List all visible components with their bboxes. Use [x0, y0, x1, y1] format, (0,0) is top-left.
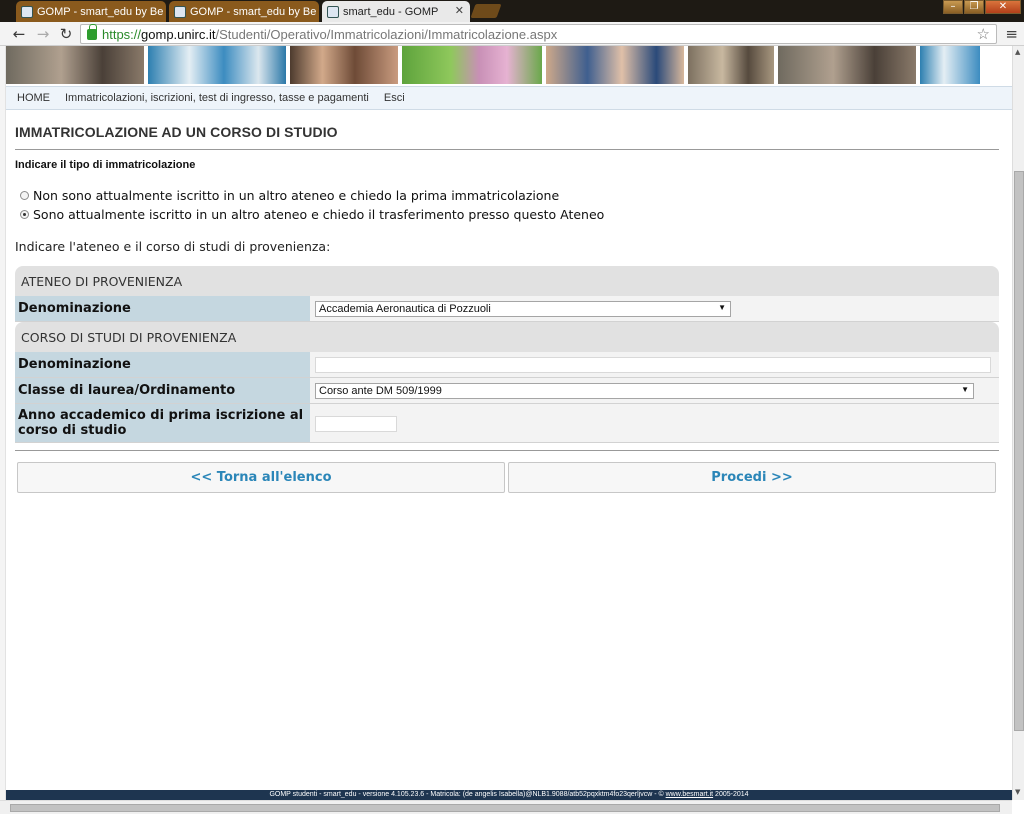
page-title: IMMATRICOLAZIONE AD UN CORSO DI STUDIO — [15, 124, 338, 140]
radio-label: Sono attualmente iscritto in un altro at… — [33, 207, 605, 222]
footer-link[interactable]: www.besmart.it — [666, 791, 713, 798]
page-favicon-icon — [21, 5, 33, 18]
browser-tab-bar: GOMP - smart_edu by Be GOMP - smart_edu … — [0, 0, 1024, 22]
horizontal-scroll-thumb[interactable] — [10, 804, 1000, 812]
corso-denominazione-row: Denominazione — [15, 352, 999, 378]
banner-photo — [402, 46, 542, 84]
field-cell — [310, 352, 999, 377]
nav-home-link[interactable]: HOME — [17, 92, 50, 104]
scroll-down-arrow-icon[interactable]: ▼ — [1015, 788, 1020, 796]
banner-photo — [778, 46, 916, 84]
lock-icon — [87, 23, 97, 40]
banner-photo — [6, 46, 144, 84]
top-navigation: HOME Immatricolazioni, iscrizioni, test … — [6, 86, 1012, 110]
reload-icon[interactable]: ↻ — [57, 25, 75, 43]
dropdown-arrow-icon: ▼ — [718, 303, 726, 312]
section-subtitle: Indicare il tipo di immatricolazione — [15, 159, 196, 171]
forward-arrow-icon[interactable]: → — [34, 25, 52, 43]
url-scheme: https:// — [102, 26, 142, 42]
ateneo-section-header: ATENEO DI PROVENIENZA — [15, 266, 999, 296]
footer-years: 2005-2014 — [715, 791, 749, 798]
field-label-line: corso di studio — [18, 423, 127, 438]
browser-tab-3[interactable]: smart_edu - GOMP ✕ — [322, 1, 470, 22]
field-cell — [310, 404, 999, 442]
field-cell: Corso ante DM 509/1999 ▼ — [310, 378, 999, 403]
field-label-line: Anno accademico di prima iscrizione al — [18, 408, 304, 423]
back-arrow-icon[interactable]: ← — [10, 25, 28, 43]
address-bar[interactable]: https:// gomp.unirc.it /Studenti/Operati… — [80, 23, 997, 44]
page-favicon-icon — [174, 5, 186, 18]
banner-photo — [148, 46, 286, 84]
browser-toolbar: ← → ↻ https:// gomp.unirc.it /Studenti/O… — [0, 22, 1024, 46]
browser-tab-2[interactable]: GOMP - smart_edu by Be — [169, 1, 319, 22]
form-divider — [15, 450, 999, 451]
window-close-icon[interactable]: ✕ — [985, 0, 1021, 14]
radio-button-checked[interactable] — [20, 210, 29, 219]
vertical-scrollbar[interactable]: ▲ ▼ — [1012, 46, 1024, 800]
banner-photo — [920, 46, 980, 84]
vertical-scroll-thumb[interactable] — [1014, 171, 1024, 731]
banner-photo — [546, 46, 684, 84]
browser-menu-icon[interactable]: ≡ — [1005, 25, 1018, 43]
radio-option-trasferimento[interactable]: Sono attualmente iscritto in un altro at… — [20, 207, 604, 222]
tab-label: GOMP - smart_edu by Be — [37, 5, 164, 18]
nav-immatricolazioni-link[interactable]: Immatricolazioni, iscrizioni, test di in… — [65, 92, 369, 104]
footer-text: GOMP studenti - smart_edu - versione 4.1… — [269, 791, 664, 798]
field-cell: Accademia Aeronautica di Pozzuoli ▼ — [310, 296, 999, 321]
dropdown-arrow-icon: ▼ — [961, 385, 969, 394]
radio-button[interactable] — [20, 191, 29, 200]
corso-anno-row: Anno accademico di prima iscrizione al c… — [15, 404, 999, 443]
page-content: HOME Immatricolazioni, iscrizioni, test … — [6, 46, 1012, 790]
corso-classe-row: Classe di laurea/Ordinamento Corso ante … — [15, 378, 999, 404]
header-banner — [6, 46, 1012, 86]
nav-esci-link[interactable]: Esci — [384, 92, 405, 104]
horizontal-scrollbar[interactable] — [0, 800, 1012, 814]
corso-section-header: CORSO DI STUDI DI PROVENIENZA — [15, 322, 999, 352]
page-footer: GOMP studenti - smart_edu - versione 4.1… — [6, 790, 1012, 800]
anno-accademico-input[interactable] — [315, 416, 397, 432]
url-path: /Studenti/Operativo/Immatricolazioni/Imm… — [215, 26, 558, 42]
field-label: Anno accademico di prima iscrizione al c… — [15, 404, 310, 442]
restore-icon[interactable]: ❐ — [964, 0, 984, 14]
window-controls: – ❐ ✕ — [942, 0, 1021, 16]
tab-label: smart_edu - GOMP — [343, 5, 439, 18]
new-tab-button[interactable] — [470, 4, 502, 18]
intro-text: Indicare l'ateneo e il corso di studi di… — [15, 239, 331, 254]
field-label: Classe di laurea/Ordinamento — [15, 378, 310, 403]
bookmark-star-icon[interactable]: ☆ — [977, 25, 990, 43]
browser-tab-1[interactable]: GOMP - smart_edu by Be — [16, 1, 166, 22]
close-tab-icon[interactable]: ✕ — [455, 4, 464, 17]
title-divider — [15, 149, 999, 150]
torna-elenco-button[interactable]: << Torna all'elenco — [17, 462, 505, 493]
corso-denominazione-input[interactable] — [315, 357, 991, 373]
field-label: Denominazione — [15, 352, 310, 377]
radio-label: Non sono attualmente iscritto in un altr… — [33, 188, 560, 203]
tab-label: GOMP - smart_edu by Be — [190, 5, 317, 18]
classe-ordinamento-select[interactable]: Corso ante DM 509/1999 ▼ — [315, 383, 974, 399]
procedi-button[interactable]: Procedi >> — [508, 462, 996, 493]
page-favicon-icon — [327, 5, 339, 18]
select-value: Corso ante DM 509/1999 — [319, 385, 442, 397]
url-host: gomp.unirc.it — [141, 26, 216, 42]
select-value: Accademia Aeronautica di Pozzuoli — [319, 303, 491, 315]
field-label: Denominazione — [15, 296, 310, 321]
banner-photo — [688, 46, 774, 84]
ateneo-denominazione-row: Denominazione Accademia Aeronautica di P… — [15, 296, 999, 322]
banner-photo — [290, 46, 398, 84]
radio-option-prima-immatricolazione[interactable]: Non sono attualmente iscritto in un altr… — [20, 188, 559, 203]
scroll-up-arrow-icon[interactable]: ▲ — [1015, 48, 1020, 56]
minimize-icon[interactable]: – — [943, 0, 963, 14]
ateneo-select[interactable]: Accademia Aeronautica di Pozzuoli ▼ — [315, 301, 731, 317]
